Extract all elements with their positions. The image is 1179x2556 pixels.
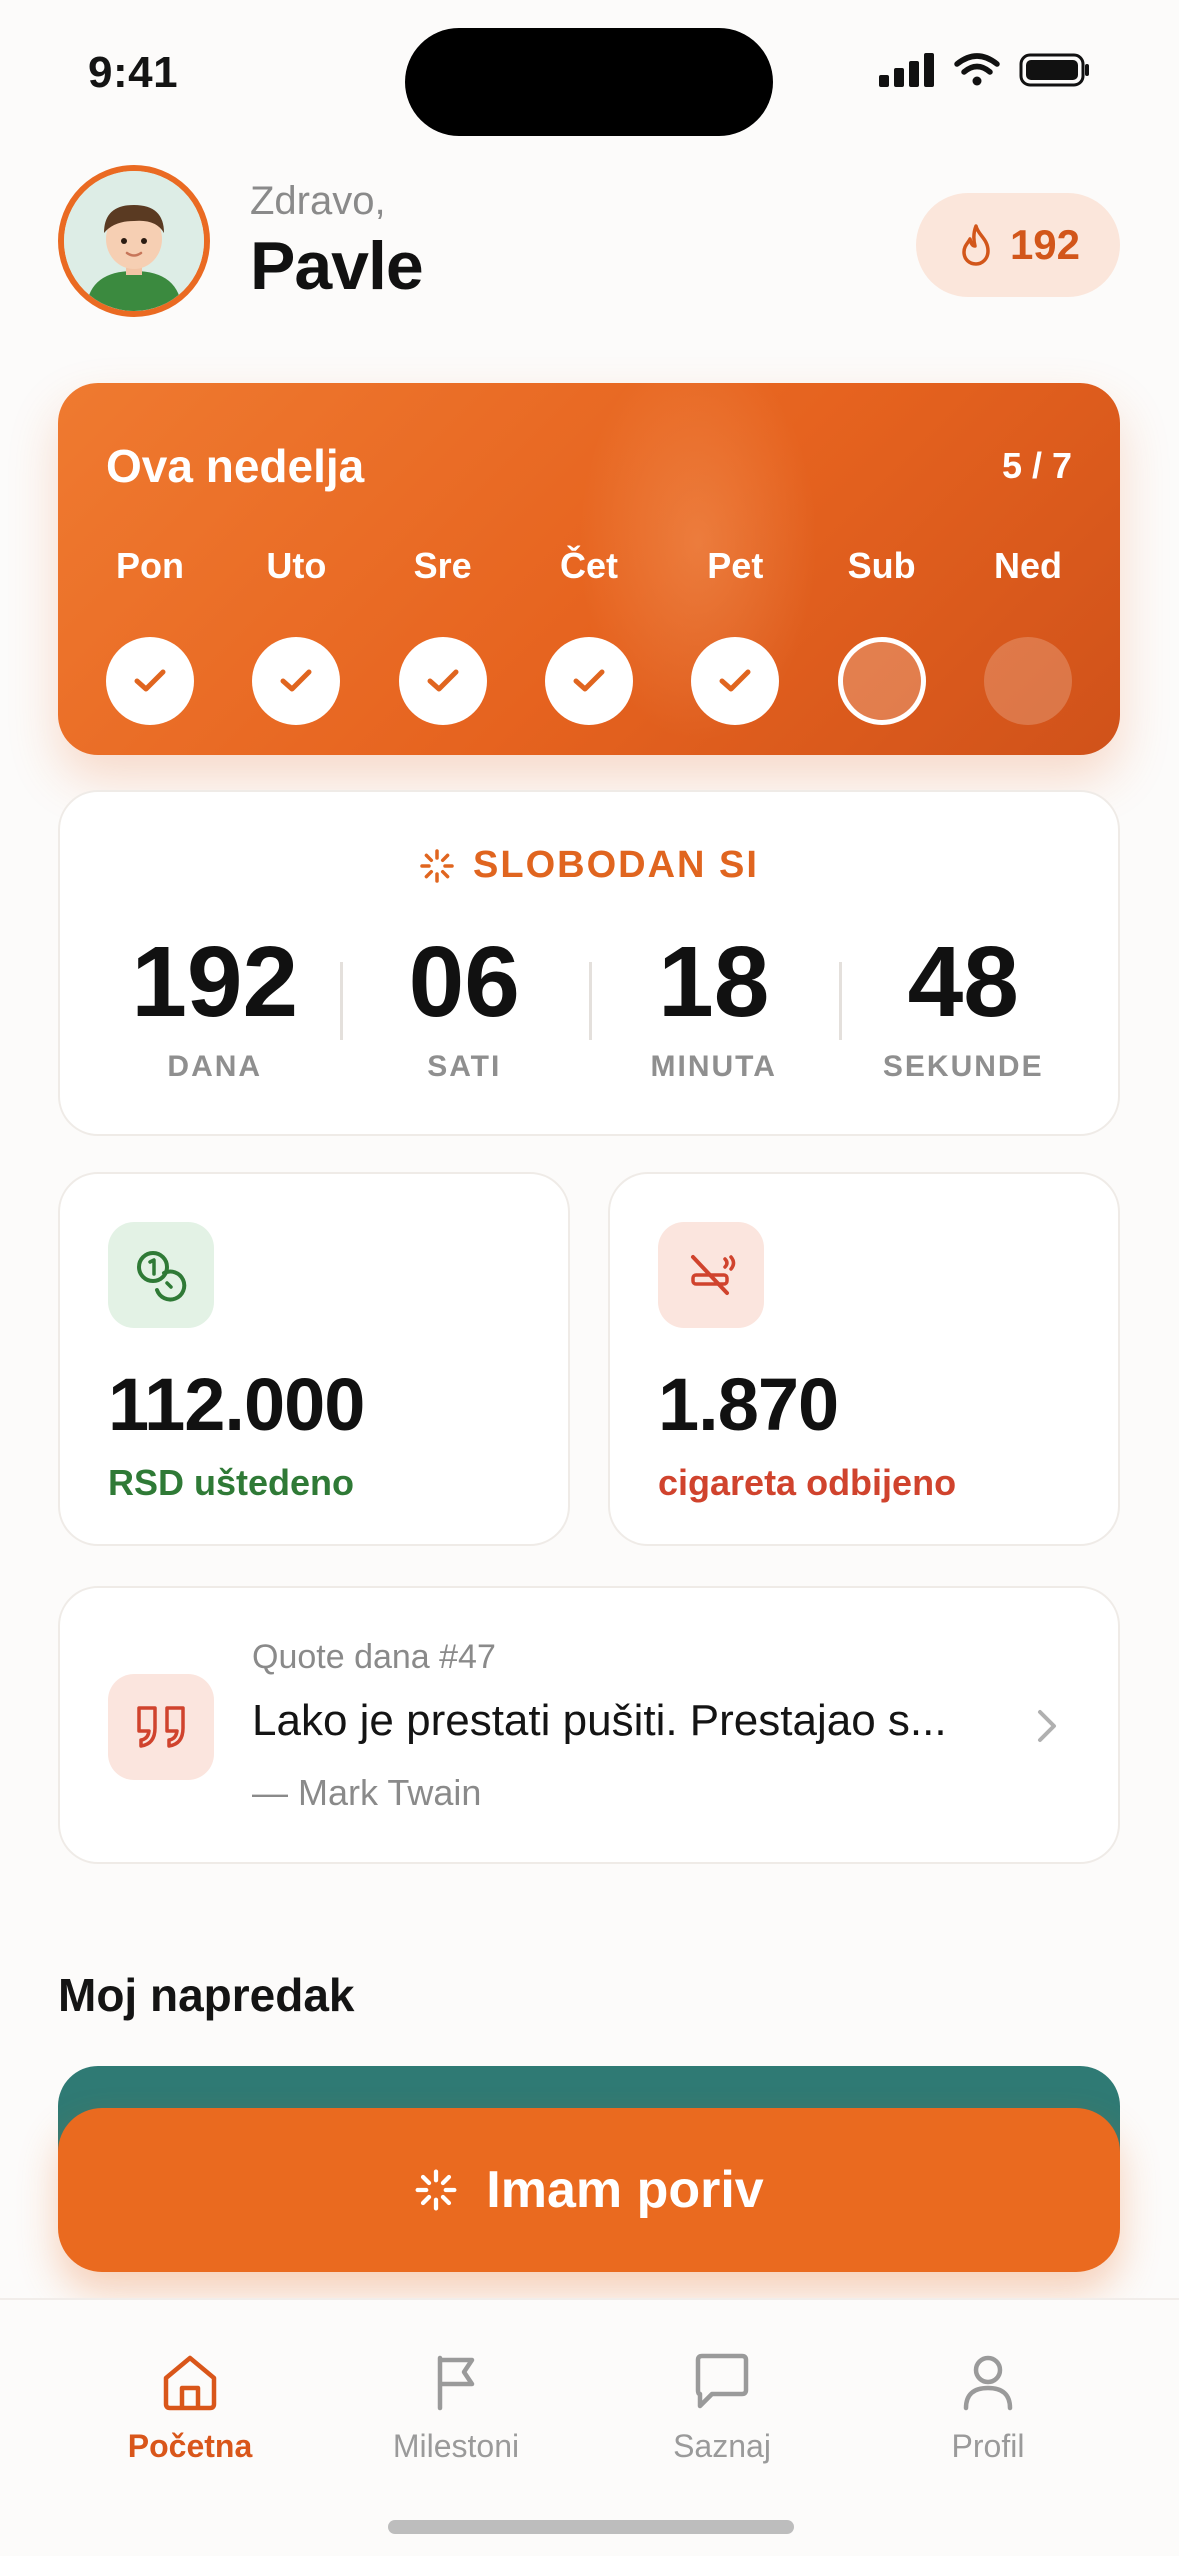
day-status-done — [544, 637, 633, 725]
tab-home[interactable]: Početna — [80, 2350, 300, 2465]
status-time: 9:41 — [88, 48, 179, 97]
header: Zdravo, Pavle 192 — [58, 165, 1120, 317]
timer-title: SLOBODAN SI — [473, 844, 759, 886]
timer-days: 192 DANA — [90, 922, 340, 1084]
week-title: Ova nedelja — [106, 440, 365, 492]
smoke-free-timer-card: SLOBODAN SI 192 DANA 06 SATI 18 MINUTA 4… — [58, 790, 1120, 1136]
check-icon — [134, 669, 166, 692]
check-icon — [719, 669, 751, 692]
home-indicator[interactable] — [388, 2520, 794, 2534]
coins-icon — [137, 1251, 187, 1302]
check-icon — [427, 669, 459, 692]
spark-icon — [415, 2169, 457, 2211]
tab-label: Saznaj — [673, 2428, 771, 2464]
day-label: Pon — [116, 545, 184, 586]
day-uto: Uto — [252, 545, 341, 725]
no-smoking-icon-tile — [658, 1222, 764, 1328]
day-status-today — [837, 637, 926, 725]
flame-icon — [962, 224, 990, 266]
chevron-right-icon — [1038, 1710, 1056, 1742]
timer-minutes: 18 MINUTA — [589, 922, 839, 1084]
week-days: Pon Uto Sre Čet Pet Sub Ned — [106, 545, 1072, 725]
timer-hours: 06 SATI — [339, 922, 590, 1084]
no-smoking-icon — [691, 1255, 736, 1295]
greeting-label: Zdravo, — [250, 179, 386, 223]
day-sre: Sre — [398, 545, 487, 725]
day-label: Sre — [413, 545, 472, 586]
cigarettes-refused-value: 1.870 — [658, 1363, 839, 1446]
day-label: Čet — [559, 545, 618, 586]
check-icon — [573, 669, 605, 692]
day-ned: Ned — [983, 545, 1072, 725]
timer-value: 48 — [907, 926, 1019, 1038]
status-icons — [879, 52, 1091, 88]
signal-icon — [879, 53, 934, 87]
quote-meta: Quote dana #47 — [252, 1638, 496, 1676]
quote-icon-tile — [108, 1674, 214, 1780]
status-bar: 9:41 — [0, 0, 1179, 150]
day-status-future — [983, 637, 1072, 725]
week-count: 5 / 7 — [1001, 445, 1072, 486]
day-label: Sub — [847, 545, 916, 586]
streak-count: 192 — [1009, 221, 1081, 268]
timer-header: SLOBODAN SI — [60, 844, 1118, 887]
timer-value: 06 — [408, 926, 520, 1038]
quote-text: Lako je prestati pušiti. Prestajao s... — [252, 1696, 947, 1745]
quote-author: — Mark Twain — [252, 1772, 482, 1813]
check-icon — [280, 669, 312, 692]
timer-value: 192 — [131, 926, 299, 1038]
user-name: Pavle — [250, 228, 424, 304]
day-cet: Čet — [544, 545, 633, 725]
home-icon — [163, 2355, 217, 2411]
day-label: Pet — [707, 545, 764, 586]
battery-icon — [1019, 53, 1089, 87]
wifi-icon — [954, 53, 1000, 86]
cigarettes-refused-label: cigareta odbijeno — [658, 1462, 957, 1503]
progress-section-title: Moj napredak — [58, 1969, 355, 2021]
tab-profile[interactable]: Profil — [878, 2350, 1098, 2465]
timer-label: MINUTA — [650, 1050, 777, 1083]
money-saved-value: 112.000 — [108, 1363, 365, 1446]
timer-seconds: 48 SEKUNDE — [838, 922, 1089, 1084]
day-label: Uto — [266, 545, 327, 586]
tab-milestones[interactable]: Milestoni — [346, 2350, 566, 2465]
coins-icon-tile — [108, 1222, 214, 1328]
timer-value: 18 — [658, 926, 770, 1038]
user-icon — [963, 2355, 1013, 2411]
money-saved-card[interactable]: 112.000 RSD uštedeno — [58, 1172, 570, 1546]
day-status-done — [106, 637, 194, 725]
craving-button[interactable]: Imam poriv — [58, 2108, 1120, 2272]
tab-bar: Početna Milestoni Saznaj Profil — [0, 2298, 1179, 2556]
avatar[interactable] — [58, 165, 210, 317]
money-saved-label: RSD uštedeno — [108, 1462, 355, 1503]
avatar-boy-icon — [64, 171, 204, 311]
timer-label: DANA — [167, 1050, 263, 1083]
tab-label: Početna — [127, 2428, 253, 2464]
tab-label: Milestoni — [392, 2428, 520, 2464]
day-label: Ned — [993, 545, 1062, 586]
timer-units: 192 DANA 06 SATI 18 MINUTA 48 SEKUNDE — [90, 922, 1088, 1084]
quote-icon — [137, 1706, 185, 1748]
craving-button-label: Imam poriv — [486, 2161, 764, 2219]
dynamic-island — [405, 28, 773, 136]
chat-icon — [695, 2353, 749, 2409]
daily-quote-card[interactable]: Quote dana #47 Lako je prestati pušiti. … — [58, 1586, 1120, 1864]
day-status-done — [252, 637, 341, 725]
timer-label: SEKUNDE — [882, 1050, 1044, 1083]
spark-icon — [420, 848, 454, 883]
day-pet: Pet — [691, 545, 780, 725]
tab-learn[interactable]: Saznaj — [612, 2350, 832, 2465]
streak-badge[interactable]: 192 — [916, 193, 1120, 297]
day-status-done — [398, 637, 487, 725]
day-sub: Sub — [837, 545, 926, 725]
day-pon: Pon — [106, 545, 194, 725]
flag-icon — [437, 2355, 475, 2411]
day-status-done — [691, 637, 780, 725]
timer-label: SATI — [427, 1050, 502, 1083]
tab-label: Profil — [951, 2428, 1025, 2464]
week-card: Ova nedelja 5 / 7 Pon Uto Sre Čet Pet Su… — [58, 383, 1120, 755]
cigarettes-refused-card[interactable]: 1.870 cigareta odbijeno — [608, 1172, 1120, 1546]
